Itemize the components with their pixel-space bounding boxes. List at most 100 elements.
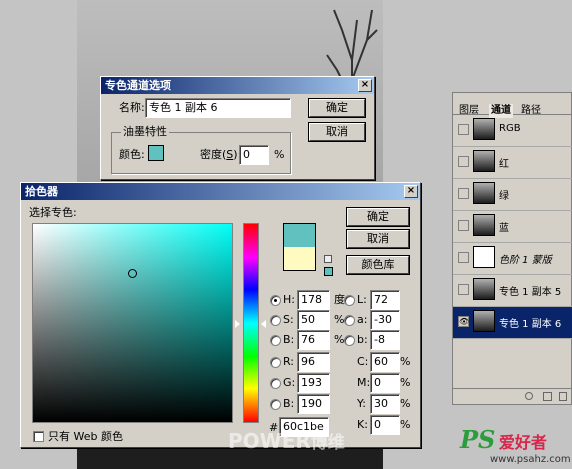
visibility-toggle-icon[interactable] [458, 252, 469, 263]
watermark-power: POWER博维 [228, 429, 345, 453]
cyan-input[interactable]: 60 [370, 352, 400, 372]
visibility-toggle-icon[interactable] [458, 220, 469, 231]
lightness-label: L: [357, 293, 367, 306]
channel-label: 蓝 [499, 223, 509, 234]
web-only-label: 只有 Web 颜色 [48, 430, 123, 443]
solidity-input[interactable]: 0 [239, 145, 269, 165]
spot-channel-dialog: 专色通道选项 × 名称: 专色 1 副本 6 确定 取消 油墨特性 颜色: 密度… [100, 76, 375, 180]
watermark-psahz: PS 爱好者 www.psahz.com [460, 425, 571, 465]
magenta-input[interactable]: 0 [370, 373, 400, 393]
load-selection-icon[interactable] [525, 392, 533, 400]
lightness-input[interactable]: 72 [370, 290, 400, 310]
old-color-swatch[interactable] [283, 247, 316, 271]
brightness-input[interactable]: 76 [297, 330, 330, 350]
channel-thumbnail [473, 278, 495, 300]
channel-row[interactable]: 蓝 [453, 211, 572, 243]
hue-label: H: [283, 293, 295, 306]
spot-cancel-button[interactable]: 取消 [308, 122, 366, 142]
channel-row[interactable]: 红 [453, 147, 572, 179]
close-icon[interactable]: × [358, 79, 372, 92]
b-channel-input[interactable]: -8 [370, 330, 400, 350]
color-picker-dialog: 拾色器 × 选择专色: 确定 取消 颜色库 H: 178 度 S: 50 % B… [20, 182, 421, 448]
channel-label: 专色 1 副本 6 [499, 319, 562, 330]
close-icon[interactable]: × [404, 185, 418, 198]
watermark-site-cn: 爱好者 [498, 433, 547, 452]
hue-slider[interactable] [243, 223, 259, 423]
cyan-unit: % [400, 355, 411, 368]
yellow-unit: % [400, 397, 411, 410]
brightness-label: B: [283, 333, 295, 346]
hue-slider-left-arrow[interactable] [235, 320, 240, 328]
name-label: 名称: [119, 101, 145, 114]
black-input[interactable]: 0 [370, 415, 400, 435]
channel-row[interactable]: 专色 1 副本 5 [453, 275, 572, 307]
watermark-url: www.psahz.com [490, 454, 571, 465]
yellow-label: Y: [357, 397, 366, 410]
green-input[interactable]: 193 [297, 373, 330, 393]
saturation-unit: % [334, 313, 345, 326]
ink-color-swatch[interactable] [148, 145, 164, 161]
ink-group-label: 油墨特性 [121, 125, 169, 139]
saturation-input[interactable]: 50 [297, 310, 330, 330]
visibility-toggle-icon[interactable] [458, 124, 469, 135]
brightness-unit: % [334, 333, 345, 346]
picker-subtitle: 选择专色: [29, 206, 77, 219]
panel-tabs: 图层 通道 路径 [453, 93, 571, 118]
green-radio[interactable] [270, 378, 281, 389]
trash-icon[interactable] [559, 392, 567, 401]
lightness-radio[interactable] [344, 295, 355, 306]
picker-title: 拾色器 [25, 185, 58, 198]
out-of-gamut-cube-icon[interactable] [324, 255, 332, 263]
b-channel-radio[interactable] [344, 335, 355, 346]
hue-radio[interactable] [270, 295, 281, 306]
spot-dialog-title: 专色通道选项 [105, 79, 171, 92]
web-safe-swatch[interactable] [324, 267, 333, 276]
channel-row[interactable]: 👁 专色 1 副本 6 [453, 307, 572, 339]
green-label: G: [283, 376, 296, 389]
channel-row[interactable]: 绿 [453, 179, 572, 211]
channel-label: RGB [499, 123, 521, 134]
a-channel-radio[interactable] [344, 315, 355, 326]
red-radio[interactable] [270, 357, 281, 368]
channel-label: 红 [499, 159, 509, 170]
channel-thumbnail [473, 310, 495, 332]
visibility-toggle-icon[interactable] [458, 284, 469, 295]
a-channel-input[interactable]: -30 [370, 310, 400, 330]
channel-row[interactable]: RGB [453, 115, 572, 147]
name-input[interactable]: 专色 1 副本 6 [145, 98, 291, 118]
panel-footer [453, 388, 571, 404]
color-libraries-button[interactable]: 颜色库 [346, 255, 410, 275]
web-only-checkbox[interactable] [33, 431, 44, 442]
picker-cancel-button[interactable]: 取消 [346, 229, 410, 249]
magenta-unit: % [400, 376, 411, 389]
picker-ok-button[interactable]: 确定 [346, 207, 410, 227]
channel-label: 色阶 1 蒙版 [499, 255, 552, 266]
channel-label: 专色 1 副本 5 [499, 287, 562, 298]
color-field[interactable] [32, 223, 233, 423]
color-label: 颜色: [119, 148, 145, 161]
spot-dialog-titlebar: 专色通道选项 × [101, 77, 374, 94]
visibility-toggle-icon[interactable] [458, 188, 469, 199]
red-input[interactable]: 96 [297, 352, 330, 372]
saturation-radio[interactable] [270, 315, 281, 326]
brightness-radio[interactable] [270, 335, 281, 346]
hue-input[interactable]: 178 [297, 290, 330, 310]
new-color-swatch [283, 223, 316, 247]
blue-label: B: [283, 397, 295, 410]
blue-input[interactable]: 190 [297, 394, 330, 414]
cyan-label: C: [357, 355, 369, 368]
blue-radio[interactable] [270, 399, 281, 410]
visibility-toggle-icon[interactable] [458, 156, 469, 167]
new-channel-icon[interactable] [543, 392, 552, 401]
hue-slider-right-arrow[interactable] [261, 320, 266, 328]
color-field-cursor[interactable] [128, 269, 137, 278]
solidity-label: 密度(S): [200, 148, 242, 161]
saturation-label: S: [283, 313, 294, 326]
black-label: K: [357, 418, 368, 431]
channel-row[interactable]: 色阶 1 蒙版 [453, 243, 572, 275]
channel-thumbnail [473, 246, 495, 268]
spot-ok-button[interactable]: 确定 [308, 98, 366, 118]
channel-thumbnail [473, 214, 495, 236]
eye-icon[interactable]: 👁 [458, 316, 469, 327]
yellow-input[interactable]: 30 [370, 394, 400, 414]
